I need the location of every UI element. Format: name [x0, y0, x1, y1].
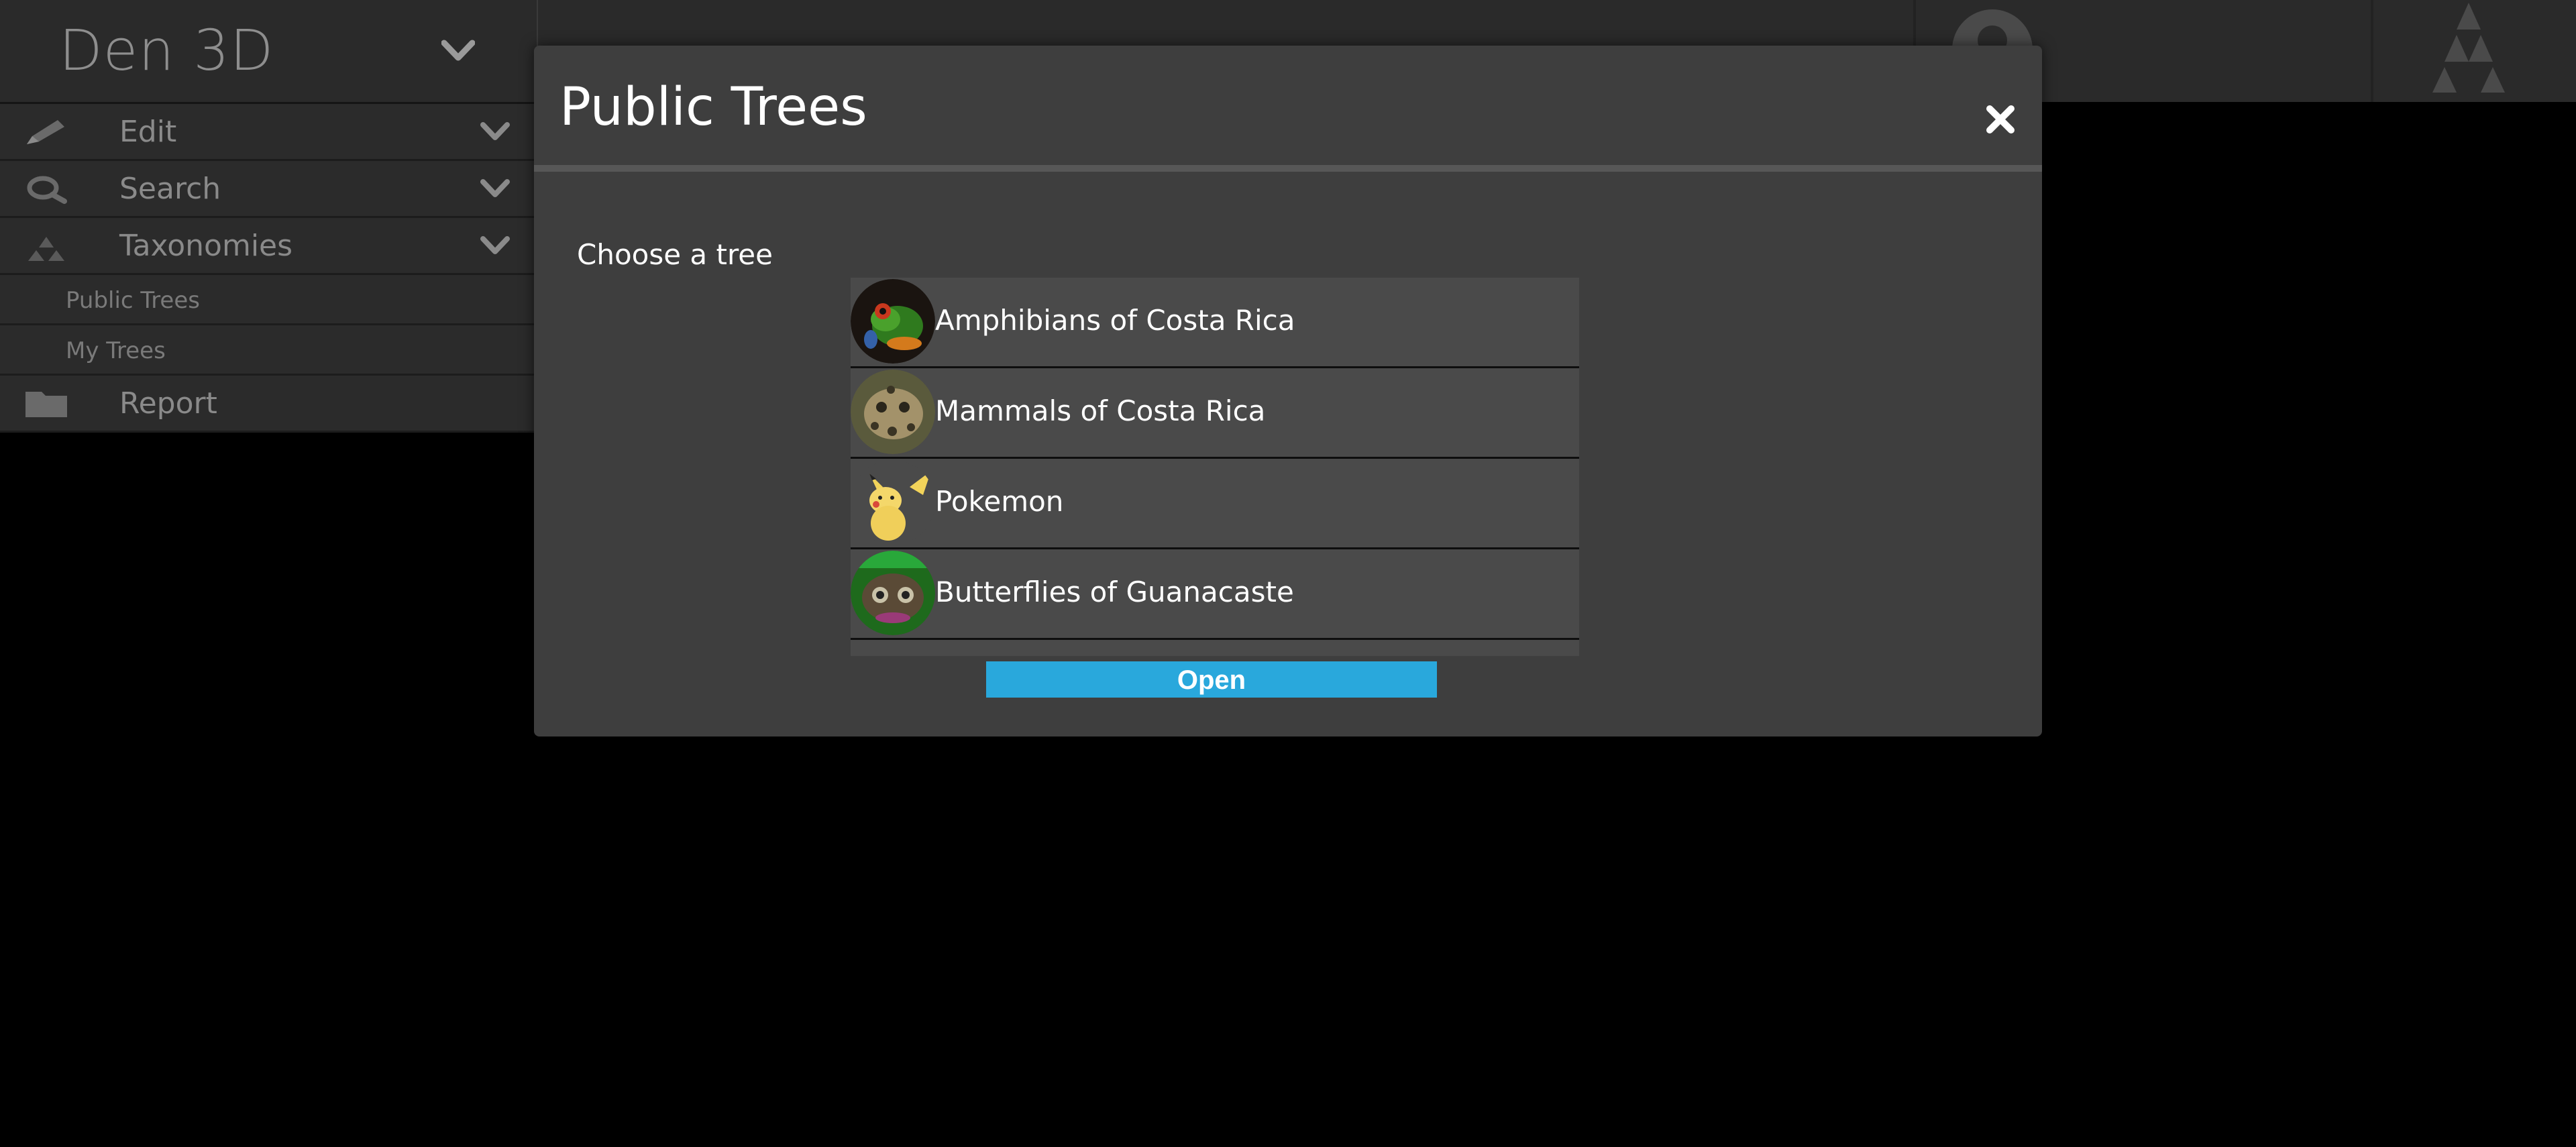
sidebar-subitem-label: My Trees [66, 337, 166, 364]
tree-name: Amphibians of Costa Rica [935, 304, 1295, 337]
chevron-down-icon[interactable] [480, 178, 510, 199]
chevron-down-icon[interactable] [480, 235, 510, 256]
dialog-title: Public Trees [559, 77, 867, 138]
sidebar-subitem-my-trees[interactable]: My Trees [0, 325, 537, 376]
sidebar-subitem-public-trees[interactable]: Public Trees [0, 275, 537, 325]
tree-list[interactable]: Amphibians of Costa Rica Mammals of Cost… [851, 278, 1579, 656]
sidebar-item-search[interactable]: Search [0, 161, 537, 218]
tree-list-item[interactable]: Mammals of Costa Rica [851, 368, 1579, 459]
tree-name: Mammals of Costa Rica [935, 394, 1266, 427]
sidebar-item-taxonomies[interactable]: Taxonomies [0, 218, 537, 275]
sidebar-item-label: Search [119, 172, 221, 206]
ocelot-thumbnail [851, 370, 935, 454]
tree-icon [28, 237, 64, 261]
sidebar-item-label: Taxonomies [119, 229, 293, 263]
tree-name: Butterflies of Guanacaste [935, 576, 1294, 608]
chevron-down-icon[interactable] [441, 39, 475, 63]
close-icon[interactable] [1984, 103, 2017, 135]
dialog-divider [534, 165, 2042, 172]
sidebar-item-edit[interactable]: Edit [0, 104, 537, 161]
choose-tree-label: Choose a tree [577, 238, 773, 271]
magnifier-icon [27, 176, 67, 204]
sidebar-item-report[interactable]: Report [0, 376, 537, 433]
pencil-icon [27, 120, 64, 144]
sidebar-subitem-label: Public Trees [66, 287, 200, 314]
tree-name: Pokemon [935, 485, 1064, 518]
sidebar: Edit Search Taxonomies Public Trees My T… [0, 104, 537, 433]
open-button[interactable]: Open [986, 661, 1437, 698]
tree-hierarchy-icon[interactable] [2422, 0, 2516, 94]
sidebar-item-label: Edit [119, 115, 177, 149]
tree-list-item[interactable]: Pokemon [851, 459, 1579, 549]
butterfly-thumbnail [851, 551, 935, 635]
chevron-down-icon[interactable] [480, 121, 510, 142]
folder-icon [25, 392, 67, 417]
app-title: Den 3D [59, 17, 274, 83]
public-trees-dialog: Public Trees Choose a tree Amphibians of… [534, 46, 2042, 736]
sidebar-item-label: Report [119, 386, 217, 421]
pikachu-thumbnail [851, 460, 935, 545]
tree-list-item[interactable]: Amphibians of Costa Rica [851, 278, 1579, 368]
frog-thumbnail [851, 279, 935, 364]
app-header[interactable]: Den 3D [0, 0, 538, 104]
tree-list-item[interactable]: Butterflies of Guanacaste [851, 549, 1579, 640]
